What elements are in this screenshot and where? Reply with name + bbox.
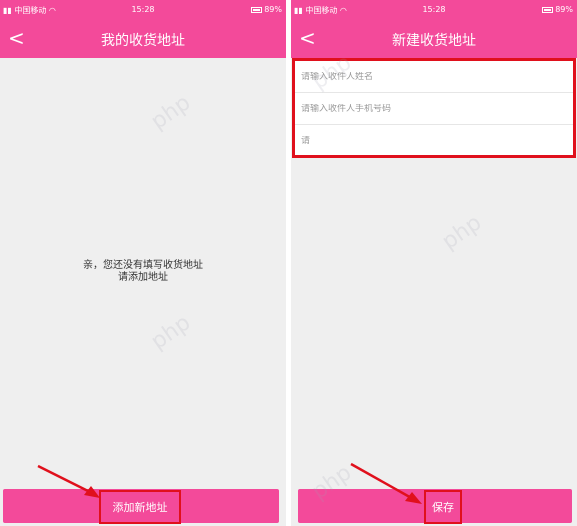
battery-indicator: 89%: [542, 5, 573, 14]
form-row-address: [295, 125, 573, 157]
battery-indicator: 89%: [251, 5, 282, 14]
empty-state-line: 亲，您还没有填写收货地址: [83, 260, 203, 271]
page-title: 我的收货地址: [101, 33, 185, 49]
add-new-address-button[interactable]: 添加新地址: [3, 489, 279, 524]
empty-state-message: 亲，您还没有填写收货地址 请添加地址: [0, 260, 286, 284]
form-row-name: [295, 61, 573, 93]
nav-bar: < 新建收货地址: [291, 20, 577, 58]
address-list-screen: ▮▮ 中国移动 ◠ 15:28 89% < 我的收货地址 亲，您还没有填写收货地…: [0, 0, 286, 526]
save-label: 保存: [432, 501, 454, 514]
empty-state-line: 请添加地址: [118, 272, 168, 283]
status-time: 15:28: [131, 5, 155, 14]
status-bar: ▮▮ 中国移动 ◠ 15:28 89%: [291, 0, 577, 20]
new-address-screen: ▮▮ 中国移动 ◠ 15:28 89% < 新建收货地址 保存 php php …: [291, 0, 577, 526]
battery-icon: [542, 6, 554, 13]
recipient-name-input[interactable]: [301, 71, 573, 82]
form-row-phone: [295, 93, 573, 125]
watermark-text: php: [437, 210, 487, 255]
page-title: 新建收货地址: [392, 33, 476, 49]
watermark-text: php: [146, 310, 196, 355]
address-input[interactable]: [301, 136, 573, 146]
recipient-phone-input[interactable]: [301, 103, 573, 114]
status-time: 15:28: [422, 5, 446, 14]
highlight-box: 保存: [424, 490, 462, 524]
address-form: [292, 58, 576, 158]
add-new-address-label: 添加新地址: [112, 501, 168, 514]
nav-bar: < 我的收货地址: [0, 20, 286, 58]
status-bar: ▮▮ 中国移动 ◠ 15:28 89%: [0, 0, 286, 20]
battery-icon: [251, 6, 263, 13]
watermark-text: php: [146, 90, 196, 135]
highlight-box: 添加新地址: [99, 490, 181, 524]
save-button[interactable]: 保存: [298, 489, 572, 524]
